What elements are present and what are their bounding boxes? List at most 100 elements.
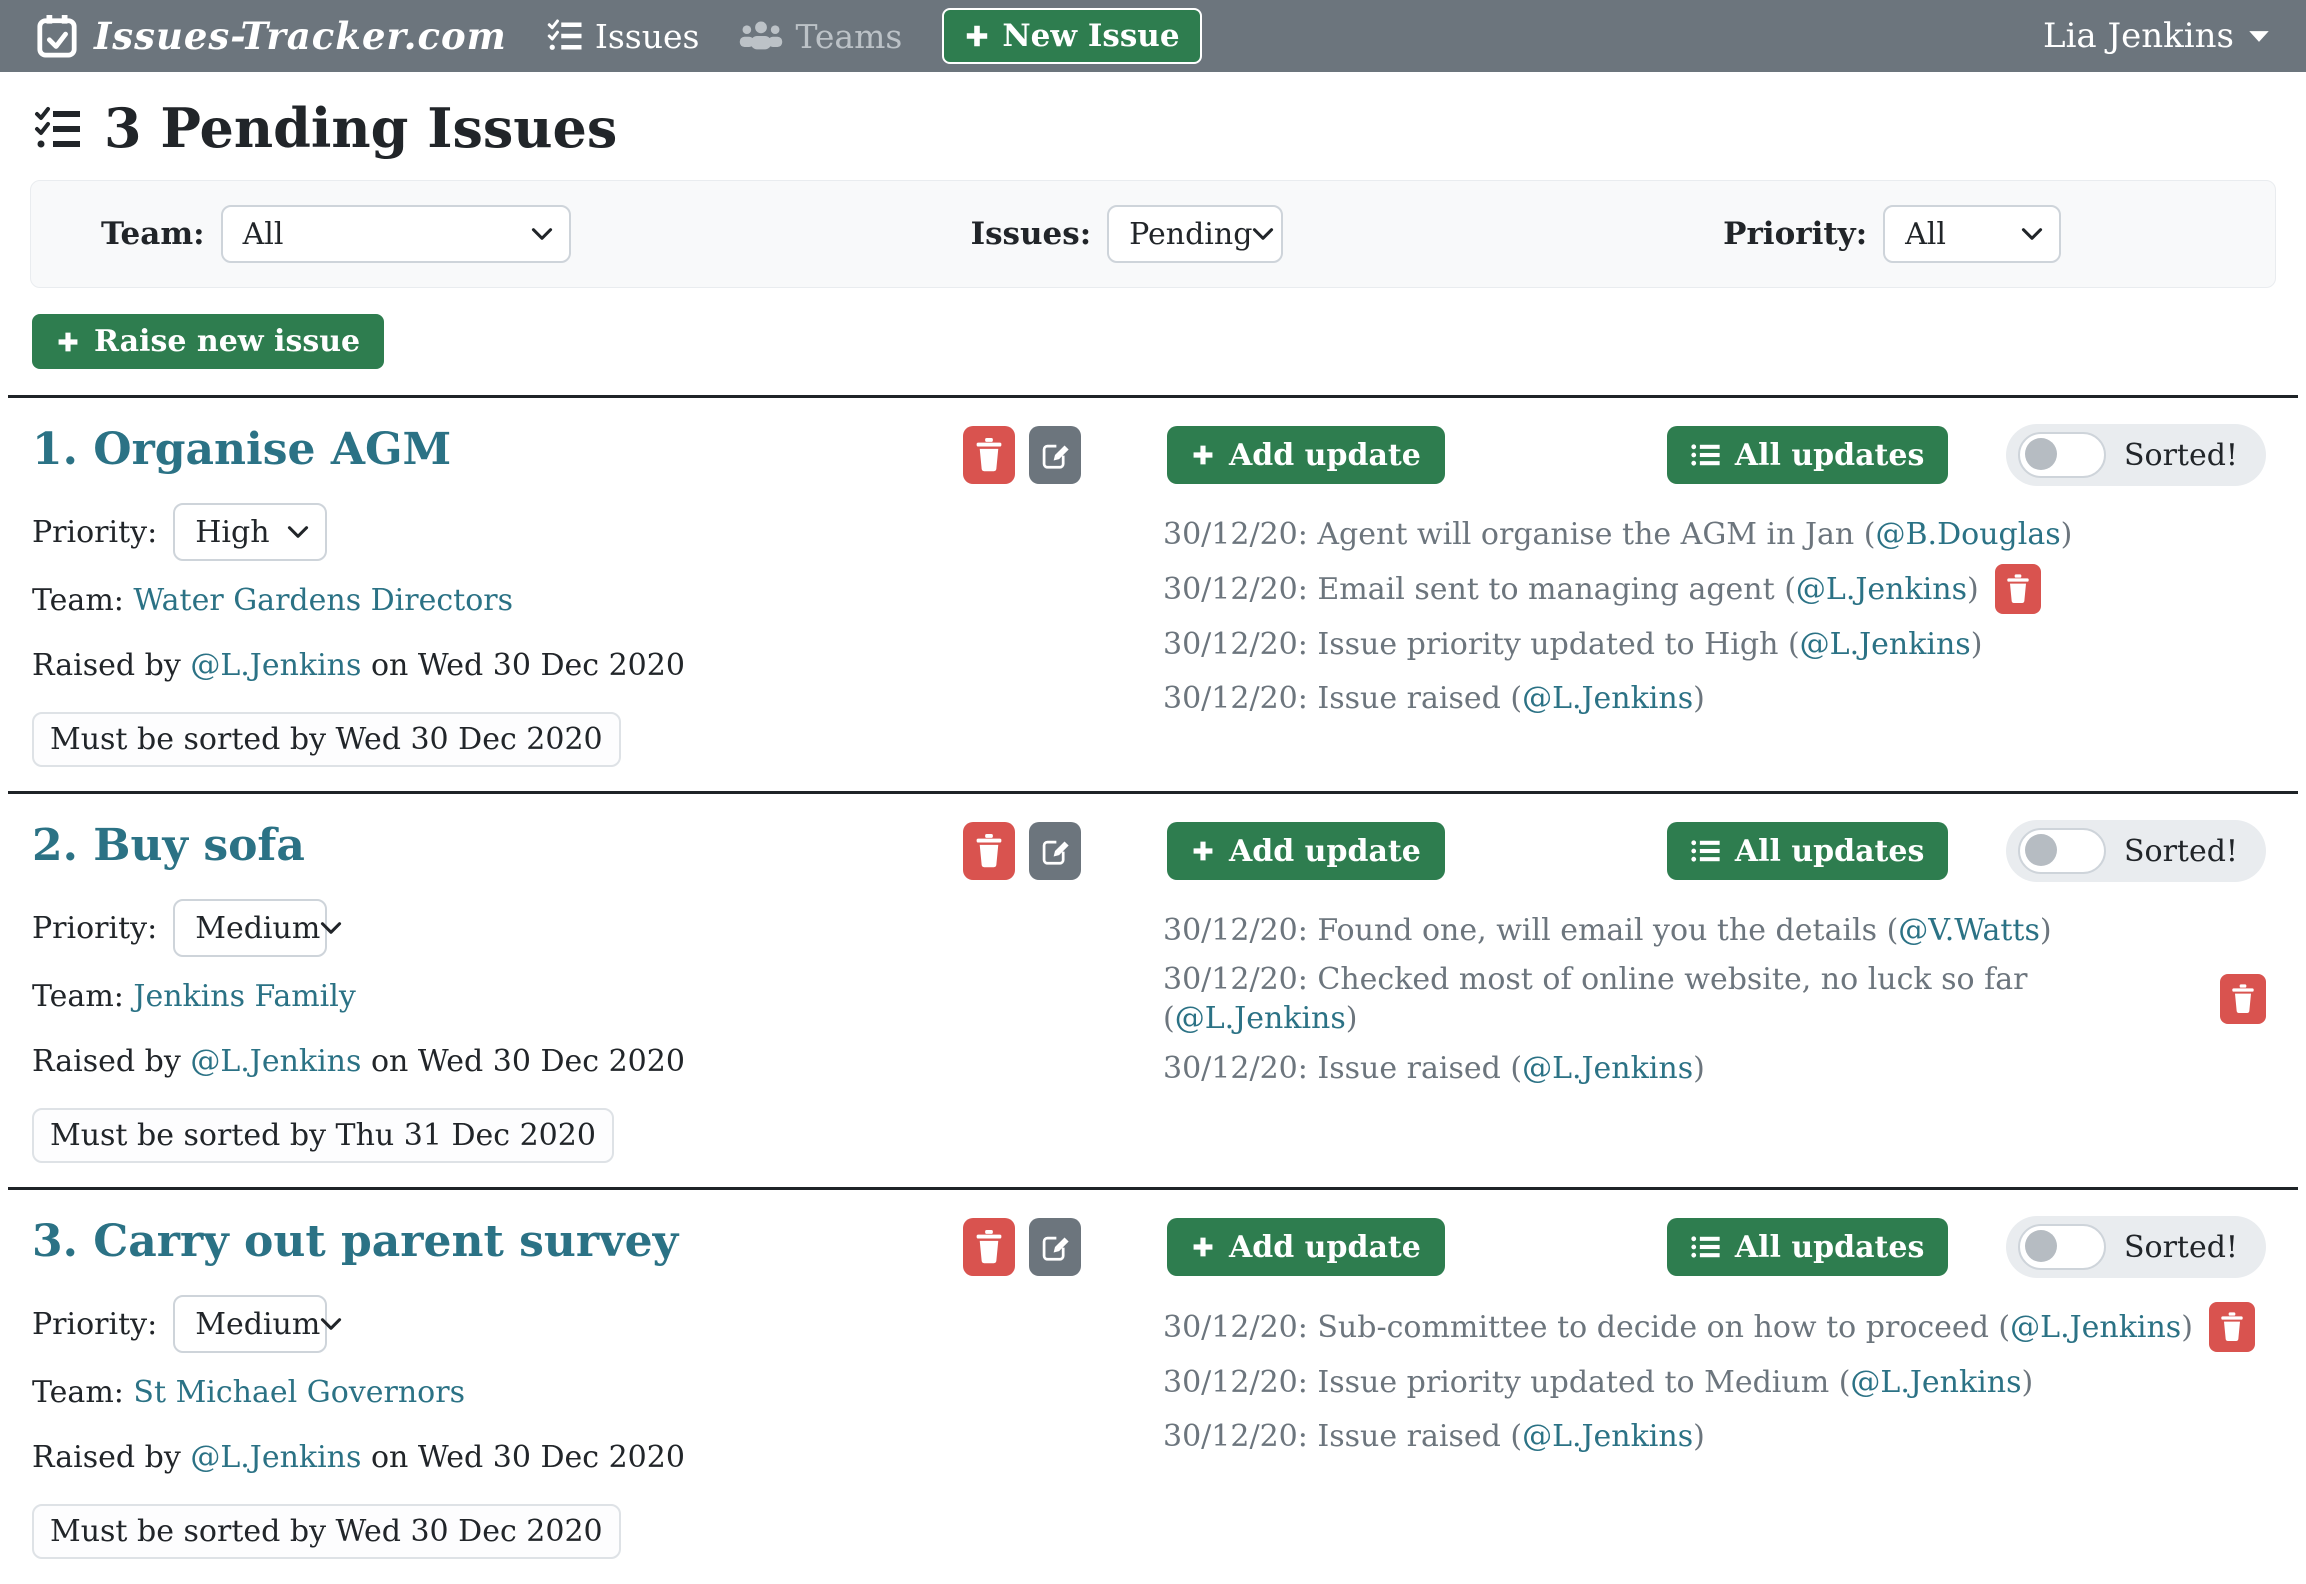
delete-issue-button[interactable] bbox=[963, 426, 1015, 484]
update-user-link[interactable]: @B.Douglas bbox=[1876, 517, 2061, 552]
sorted-label: Sorted! bbox=[2124, 1230, 2238, 1265]
filter-bar: Team: All Issues: Pending Priority: All bbox=[30, 180, 2276, 288]
delete-update-button[interactable] bbox=[2209, 1302, 2255, 1352]
all-updates-button[interactable]: All updates bbox=[1667, 426, 1949, 484]
all-updates-button[interactable]: All updates bbox=[1667, 822, 1949, 880]
priority-select[interactable]: Medium bbox=[173, 1295, 327, 1353]
trash-icon bbox=[2231, 984, 2255, 1014]
delete-issue-button[interactable] bbox=[963, 1218, 1015, 1276]
issue-actions-row: Add update All updates Sorted! bbox=[963, 820, 2266, 882]
raised-by-prefix: Raised by bbox=[32, 648, 190, 683]
priority-value: High bbox=[195, 515, 269, 550]
update-user-link[interactable]: @L.Jenkins bbox=[2010, 1310, 2181, 1345]
update-user-link[interactable]: @L.Jenkins bbox=[1175, 1001, 1346, 1036]
update-user-link[interactable]: @L.Jenkins bbox=[1796, 572, 1967, 607]
team-filter-group: Team: All bbox=[101, 205, 571, 263]
updates-list: 30/12/20: Found one, will email you the … bbox=[1163, 906, 2266, 1098]
update-text: 30/12/20: Email sent to managing agent ( bbox=[1163, 572, 1796, 607]
raised-by-user-link[interactable]: @L.Jenkins bbox=[190, 1440, 361, 1475]
update-text: 30/12/20: Agent will organise the AGM in… bbox=[1163, 517, 1876, 552]
update-suffix: ) bbox=[2040, 913, 2052, 948]
update-user-link[interactable]: @V.Watts bbox=[1898, 913, 2040, 948]
edit-issue-button[interactable] bbox=[1029, 426, 1081, 484]
priority-select[interactable]: High bbox=[173, 503, 327, 561]
update-user-link[interactable]: @L.Jenkins bbox=[1522, 1051, 1693, 1086]
edit-issue-button[interactable] bbox=[1029, 822, 1081, 880]
add-update-button[interactable]: Add update bbox=[1167, 426, 1445, 484]
raise-new-issue-button[interactable]: Raise new issue bbox=[32, 314, 384, 369]
brand[interactable]: Issues-Tracker.com bbox=[36, 13, 507, 59]
update-line: 30/12/20: Email sent to managing agent (… bbox=[1163, 564, 2266, 614]
issue-title[interactable]: 3. Carry out parent survey bbox=[32, 1216, 963, 1267]
priority-label: Priority: bbox=[32, 1307, 157, 1342]
add-update-button[interactable]: Add update bbox=[1167, 1218, 1445, 1276]
issues-filter-value: Pending bbox=[1129, 217, 1252, 252]
issue-right-column: Add update All updates Sorted! 30/12/20:… bbox=[963, 424, 2266, 767]
trash-icon bbox=[975, 1230, 1003, 1264]
update-text: 30/12/20: Issue priority updated to Medi… bbox=[1163, 1365, 1850, 1400]
issue-left-column: 3. Carry out parent survey Priority: Med… bbox=[32, 1216, 963, 1559]
chevron-down-icon bbox=[2021, 227, 2043, 241]
priority-row: Priority: High bbox=[32, 503, 963, 561]
delete-update-button[interactable] bbox=[2220, 974, 2266, 1024]
update-user-link[interactable]: @L.Jenkins bbox=[1850, 1365, 2021, 1400]
priority-filter-select[interactable]: All bbox=[1883, 205, 2061, 263]
update-user-link[interactable]: @L.Jenkins bbox=[1522, 1419, 1693, 1454]
delete-issue-button[interactable] bbox=[963, 822, 1015, 880]
update-suffix: ) bbox=[1693, 1051, 1705, 1086]
user-menu[interactable]: Lia Jenkins bbox=[2043, 16, 2270, 56]
update-user-link[interactable]: @L.Jenkins bbox=[1522, 681, 1693, 716]
raised-by-row: Raised by @L.Jenkins on Wed 30 Dec 2020 bbox=[32, 646, 963, 687]
new-issue-label: New Issue bbox=[1002, 18, 1179, 54]
edit-issue-button[interactable] bbox=[1029, 1218, 1081, 1276]
issues-filter-group: Issues: Pending bbox=[971, 205, 1284, 263]
update-suffix: ) bbox=[1693, 681, 1705, 716]
list-icon bbox=[1691, 838, 1721, 864]
raised-by-user-link[interactable]: @L.Jenkins bbox=[190, 648, 361, 683]
issues-filter-select[interactable]: Pending bbox=[1107, 205, 1283, 263]
issue-title[interactable]: 1. Organise AGM bbox=[32, 424, 963, 475]
page-title: 3 Pending Issues bbox=[0, 96, 2306, 160]
update-line: 30/12/20: Sub-committee to decide on how… bbox=[1163, 1302, 2266, 1352]
add-update-label: Add update bbox=[1229, 834, 1421, 869]
new-issue-button[interactable]: New Issue bbox=[942, 8, 1201, 64]
chevron-down-icon bbox=[320, 1317, 342, 1331]
sorted-toggle[interactable]: Sorted! bbox=[2006, 424, 2266, 486]
toggle-switch[interactable] bbox=[2018, 828, 2106, 874]
issue-title[interactable]: 2. Buy sofa bbox=[32, 820, 963, 871]
update-suffix: ) bbox=[1346, 1001, 1358, 1036]
toggle-switch[interactable] bbox=[2018, 432, 2106, 478]
sorted-toggle[interactable]: Sorted! bbox=[2006, 820, 2266, 882]
update-line: 30/12/20: Issue raised (@L.Jenkins) bbox=[1163, 1044, 2266, 1092]
chevron-down-icon bbox=[1252, 227, 1274, 241]
team-link[interactable]: Jenkins Family bbox=[133, 979, 355, 1014]
priority-row: Priority: Medium bbox=[32, 899, 963, 957]
nav-issues-label: Issues bbox=[595, 17, 700, 56]
toggle-switch[interactable] bbox=[2018, 1224, 2106, 1270]
issue-card-3: 3. Carry out parent survey Priority: Med… bbox=[0, 1190, 2306, 1583]
sorted-toggle[interactable]: Sorted! bbox=[2006, 1216, 2266, 1278]
update-line: 30/12/20: Agent will organise the AGM in… bbox=[1163, 510, 2266, 558]
priority-filter-label: Priority: bbox=[1723, 216, 1867, 252]
nav-item-teams[interactable]: Teams bbox=[739, 17, 902, 56]
update-text: 30/12/20: Issue raised ( bbox=[1163, 681, 1522, 716]
priority-label: Priority: bbox=[32, 515, 157, 550]
raised-by-prefix: Raised by bbox=[32, 1440, 190, 1475]
nav-item-issues[interactable]: Issues bbox=[547, 17, 700, 56]
issue-card-1: 1. Organise AGM Priority: High Team: Wat… bbox=[0, 398, 2306, 791]
raised-by-suffix: on Wed 30 Dec 2020 bbox=[361, 1044, 685, 1079]
team-link[interactable]: St Michael Governors bbox=[133, 1375, 465, 1410]
update-user-link[interactable]: @L.Jenkins bbox=[1800, 627, 1971, 662]
update-line: 30/12/20: Issue raised (@L.Jenkins) bbox=[1163, 1412, 2266, 1460]
raised-by-user-link[interactable]: @L.Jenkins bbox=[190, 1044, 361, 1079]
add-update-button[interactable]: Add update bbox=[1167, 822, 1445, 880]
toggle-knob bbox=[2025, 438, 2057, 470]
team-filter-select[interactable]: All bbox=[221, 205, 571, 263]
update-text: 30/12/20: Sub-committee to decide on how… bbox=[1163, 1310, 2010, 1345]
priority-select[interactable]: Medium bbox=[173, 899, 327, 957]
team-link[interactable]: Water Gardens Directors bbox=[133, 583, 513, 618]
delete-update-button[interactable] bbox=[1995, 564, 2041, 614]
all-updates-button[interactable]: All updates bbox=[1667, 1218, 1949, 1276]
update-suffix: ) bbox=[1693, 1419, 1705, 1454]
raise-new-issue-label: Raise new issue bbox=[94, 324, 360, 359]
